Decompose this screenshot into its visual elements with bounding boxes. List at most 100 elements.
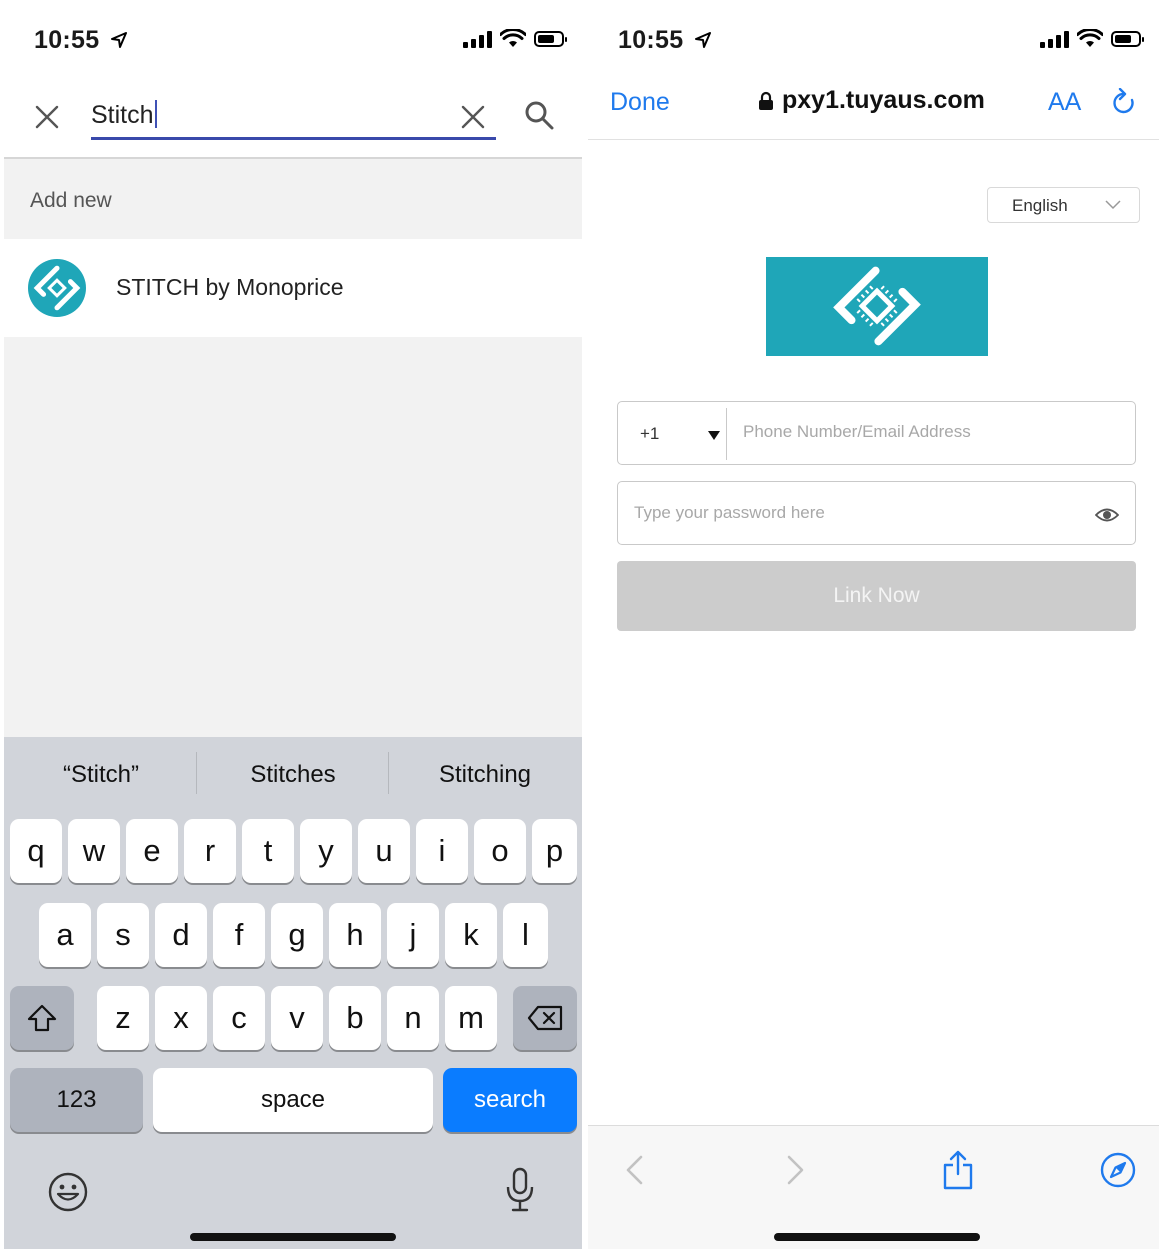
key-letter[interactable]: h [329,903,381,967]
password-input[interactable] [634,503,1074,523]
key-letter[interactable]: o [474,819,526,883]
onscreen-keyboard: “Stitch” Stitches Stitching q w e r t y … [4,737,582,1249]
forward-button[interactable] [776,1150,816,1190]
cellular-signal-icon [1040,30,1069,48]
list-item[interactable]: STITCH by Monoprice [4,239,582,337]
reload-icon[interactable] [1110,88,1138,118]
home-indicator[interactable] [190,1233,396,1241]
url-bar[interactable]: pxy1.tuyaus.com [758,86,985,115]
section-header-label: Add new [30,189,112,212]
search-icon[interactable] [524,100,554,130]
key-letter[interactable]: u [358,819,410,883]
suggestion-item[interactable]: Stitching [390,761,580,789]
key-letter[interactable]: j [387,903,439,967]
chevron-left-icon [626,1155,643,1185]
backspace-icon [527,1005,563,1031]
key-letter[interactable]: a [39,903,91,967]
status-icons [463,28,567,50]
key-letter[interactable]: t [242,819,294,883]
close-icon[interactable] [34,104,60,130]
key-letter[interactable]: f [213,903,265,967]
backspace-key[interactable] [513,986,577,1050]
clock-text: 10:55 [618,26,684,54]
search-screen: 10:55 Stitch Add new STITCH by Monoprice… [4,0,582,1249]
search-key[interactable]: search [443,1068,577,1132]
lock-icon [759,91,773,110]
key-letter[interactable]: r [184,819,236,883]
field-divider [726,408,727,460]
key-letter[interactable]: v [271,986,323,1050]
language-select-value: English [1012,196,1068,215]
text-cursor [154,100,157,128]
text-size-label: AA [1048,88,1082,116]
key-letter[interactable]: g [271,903,323,967]
emoji-icon[interactable] [47,1171,89,1213]
chevron-down-icon [1105,200,1121,210]
location-arrow-icon [110,32,127,48]
phone-email-field: +1 [617,401,1136,465]
search-input[interactable]: Stitch [91,96,496,140]
url-text: pxy1.tuyaus.com [782,86,985,114]
search-header: Stitch [4,76,582,159]
section-header: Add new [4,161,582,239]
key-letter[interactable]: k [445,903,497,967]
suggestion-divider [196,752,197,794]
link-now-button[interactable]: Link Now [617,561,1136,631]
status-bar: 10:55 [4,0,582,76]
password-field [617,481,1136,545]
suggestion-item[interactable]: “Stitch” [6,761,196,789]
key-letter[interactable]: p [532,819,577,883]
suggestion-item[interactable]: Stitches [198,761,388,789]
home-indicator[interactable] [774,1233,980,1241]
stitch-app-logo [28,259,86,317]
language-select[interactable]: English [987,187,1140,223]
eye-icon[interactable] [1095,507,1119,523]
suggestion-divider [388,752,389,794]
battery-icon [534,31,567,47]
status-time: 10:55 [618,26,711,55]
chevron-right-icon [787,1155,804,1185]
key-letter[interactable]: z [97,986,149,1050]
open-in-safari-button[interactable] [1098,1150,1138,1190]
shift-key[interactable] [10,986,74,1050]
key-letter[interactable]: l [503,903,548,967]
suggestion-bar: “Stitch” Stitches Stitching [4,737,582,817]
space-key[interactable]: space [153,1068,433,1132]
key-letter[interactable]: d [155,903,207,967]
back-button[interactable] [614,1150,654,1190]
phone-email-input[interactable] [743,422,1113,442]
status-bar: 10:55 [588,0,1159,76]
status-icons [1040,28,1144,50]
cellular-signal-icon [463,30,492,48]
country-code-select[interactable]: +1 [640,424,659,444]
share-button[interactable] [938,1150,978,1190]
key-letter[interactable]: w [68,819,120,883]
key-letter[interactable]: s [97,903,149,967]
key-letter[interactable]: q [10,819,62,883]
key-letter[interactable]: m [445,986,497,1050]
key-letter[interactable]: x [155,986,207,1050]
key-letter[interactable]: n [387,986,439,1050]
search-input-value: Stitch [91,101,154,129]
microphone-icon[interactable] [504,1167,536,1213]
brand-logo [766,257,988,356]
list-item-label: STITCH by Monoprice [116,274,344,300]
wifi-icon [1077,29,1103,47]
compass-icon [1100,1152,1136,1188]
dropdown-triangle-icon[interactable] [708,431,720,440]
key-letter[interactable]: b [329,986,381,1050]
key-letter[interactable]: y [300,819,352,883]
clear-search-icon[interactable] [460,104,486,130]
key-letter[interactable]: c [213,986,265,1050]
numbers-key[interactable]: 123 [10,1068,143,1132]
status-time: 10:55 [34,26,127,55]
browser-login-screen: 10:55 Done pxy1.tuyaus.com AA English +1… [588,0,1159,1249]
browser-toolbar [588,1125,1159,1249]
done-button[interactable]: Done [610,88,670,117]
location-arrow-icon [694,32,711,48]
key-letter[interactable]: e [126,819,178,883]
text-size-button[interactable]: AA [1048,88,1081,117]
battery-icon [1111,31,1144,47]
key-letter[interactable]: i [416,819,468,883]
share-icon [943,1150,973,1190]
